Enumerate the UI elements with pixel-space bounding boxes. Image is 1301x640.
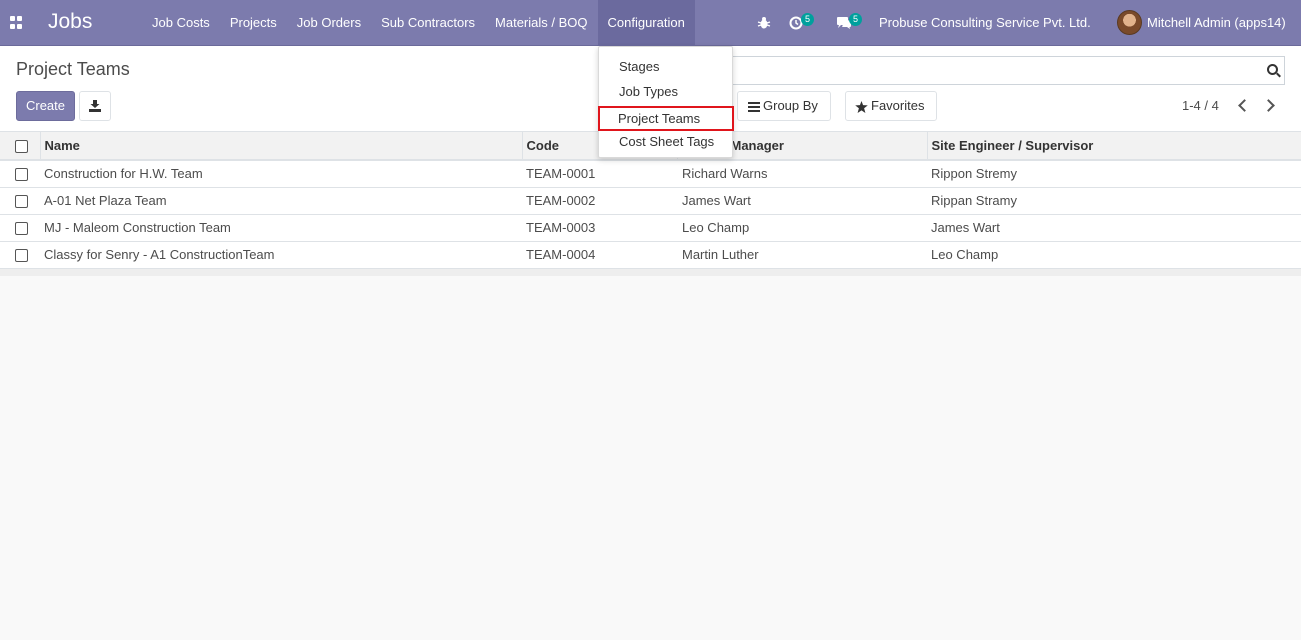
row-checkbox[interactable] (15, 168, 28, 182)
column-header-name[interactable]: Name (39, 132, 522, 161)
table-row[interactable]: MJ - Maleom Construction Team TEAM-0003 … (0, 213, 1301, 241)
activity-count-badge: 5 (801, 13, 814, 26)
row-select-cell (0, 240, 40, 268)
menu-job-orders[interactable]: Job Orders (287, 0, 371, 46)
configuration-dropdown: Stages Job Types Project Teams Cost Shee… (598, 46, 734, 158)
favorites-label: Favorites (871, 98, 925, 113)
cell-manager: Martin Luther (677, 240, 927, 268)
row-select-cell (0, 213, 40, 241)
table-row[interactable]: Classy for Senry - A1 ConstructionTeam T… (0, 240, 1301, 268)
row-checkbox[interactable] (15, 222, 28, 236)
user-avatar[interactable] (1117, 10, 1142, 35)
table-footer (0, 268, 1301, 276)
pager-value[interactable]: 1-4 / 4 (1182, 98, 1219, 113)
download-icon (89, 100, 101, 112)
pager-previous-icon[interactable] (1238, 99, 1251, 112)
select-all-cell (0, 132, 40, 161)
cell-site-engineer: Leo Champ (927, 240, 1301, 268)
cell-manager: Richard Warns (677, 159, 927, 187)
dropdown-item-stages[interactable]: Stages (599, 54, 732, 79)
cell-code: TEAM-0002 (522, 186, 677, 214)
app-title[interactable]: Jobs (48, 10, 92, 34)
row-checkbox[interactable] (15, 195, 28, 209)
cell-site-engineer: Rippan Stramy (927, 186, 1301, 214)
cell-name: Construction for H.W. Team (40, 159, 522, 187)
group-by-label: Group By (763, 98, 818, 113)
row-select-cell (0, 186, 40, 214)
table-row[interactable]: Construction for H.W. Team TEAM-0001 Ric… (0, 159, 1301, 187)
cell-code: TEAM-0004 (522, 240, 677, 268)
cell-name: Classy for Senry - A1 ConstructionTeam (40, 240, 522, 268)
cell-name: MJ - Maleom Construction Team (40, 213, 522, 241)
dropdown-item-job-types[interactable]: Job Types (599, 79, 732, 104)
column-header-site-engineer[interactable]: Site Engineer / Supervisor (926, 132, 1301, 161)
dropdown-item-cost-sheet-tags[interactable]: Cost Sheet Tags (599, 129, 732, 154)
export-button[interactable] (79, 91, 111, 121)
column-header-manager-label: Manager (730, 138, 784, 153)
favorites-button[interactable]: Favorites (845, 91, 937, 121)
cell-site-engineer: Rippon Stremy (927, 159, 1301, 187)
search-icon[interactable] (1267, 64, 1278, 75)
cell-code: TEAM-0003 (522, 213, 677, 241)
page-title: Project Teams (16, 59, 130, 79)
menu-sub-contractors[interactable]: Sub Contractors (371, 0, 485, 46)
messages-button[interactable]: 5 (836, 0, 864, 46)
company-switcher[interactable]: Probuse Consulting Service Pvt. Ltd. (879, 0, 1091, 46)
search-input[interactable] (730, 56, 1285, 85)
menu-materials-boq[interactable]: Materials / BOQ (485, 0, 597, 46)
select-all-checkbox[interactable] (15, 140, 28, 154)
menu-configuration[interactable]: Configuration (597, 0, 695, 46)
cell-site-engineer: James Wart (927, 213, 1301, 241)
apps-menu-icon[interactable] (10, 16, 23, 29)
cell-name: A-01 Net Plaza Team (40, 186, 522, 214)
star-icon (855, 101, 868, 113)
dropdown-item-project-teams[interactable]: Project Teams (598, 106, 734, 131)
messages-count-badge: 5 (849, 13, 862, 26)
menu-projects[interactable]: Projects (220, 0, 287, 46)
user-menu[interactable]: Mitchell Admin (apps14) (1147, 0, 1286, 46)
cell-code: TEAM-0001 (522, 159, 677, 187)
cell-manager: Leo Champ (677, 213, 927, 241)
row-checkbox[interactable] (15, 249, 28, 263)
menu-job-costs[interactable]: Job Costs (142, 0, 220, 46)
debug-icon[interactable] (757, 0, 773, 46)
row-select-cell (0, 159, 40, 187)
create-button[interactable]: Create (16, 91, 75, 121)
cell-manager: James Wart (677, 186, 927, 214)
group-by-button[interactable]: Group By (737, 91, 831, 121)
pager-next-icon[interactable] (1262, 99, 1275, 112)
bars-icon (748, 102, 760, 112)
table-row[interactable]: A-01 Net Plaza Team TEAM-0002 James Wart… (0, 186, 1301, 214)
activity-button[interactable]: 5 (789, 0, 817, 46)
top-navbar: Jobs Job Costs Projects Job Orders Sub C… (0, 0, 1301, 46)
main-menu: Job Costs Projects Job Orders Sub Contra… (142, 0, 695, 46)
